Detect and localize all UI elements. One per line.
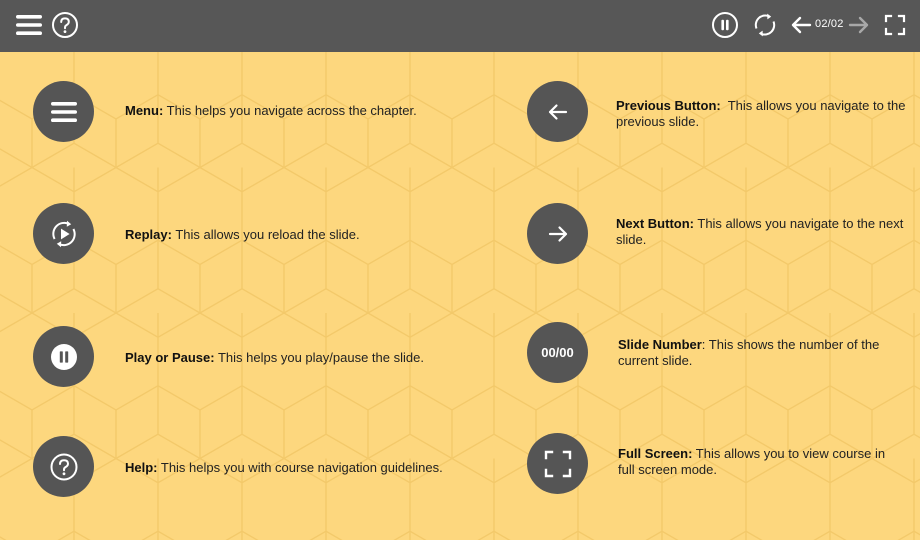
replay-icon — [51, 220, 76, 247]
fullscreen-icon — [544, 450, 571, 477]
replay-text: This allows you reload the slide. — [171, 227, 360, 242]
play-pause-text: This helps you play/pause the slide. — [214, 350, 424, 365]
top-navigation-bar: 02/02 — [0, 0, 920, 52]
slide-number-guide-icon: 00/00 — [527, 322, 588, 383]
play-pause-guide-icon — [33, 326, 94, 387]
help-icon[interactable] — [51, 11, 79, 39]
pause-icon[interactable] — [711, 11, 739, 39]
menu-description: Menu: This helps you navigate across the… — [125, 103, 455, 119]
slide-number-sample: 00/00 — [541, 345, 574, 360]
previous-description: Previous Button: This allows you navigat… — [616, 98, 906, 130]
fullscreen-description: Full Screen: This allows you to view cou… — [618, 446, 903, 478]
previous-title: Previous Button: — [616, 98, 721, 113]
help-guide-icon — [33, 436, 94, 497]
menu-icon — [50, 101, 77, 122]
play-pause-description: Play or Pause: This helps you play/pause… — [125, 350, 465, 366]
menu-text: This helps you navigate across the chapt… — [163, 103, 417, 118]
help-icon — [50, 453, 77, 480]
fullscreen-icon[interactable] — [884, 14, 906, 36]
arrow-left-icon — [548, 103, 567, 120]
next-guide-icon — [527, 203, 588, 264]
arrow-right-icon[interactable] — [848, 14, 870, 36]
menu-title: Menu: — [125, 103, 164, 118]
replay-description: Replay: This allows you reload the slide… — [125, 227, 455, 243]
slide-number-title: Slide Number — [618, 337, 702, 352]
help-text: This helps you with course navigation gu… — [157, 460, 443, 475]
menu-icon[interactable] — [14, 12, 44, 38]
next-title: Next Button: — [616, 216, 694, 231]
play-pause-title: Play or Pause: — [125, 350, 215, 365]
replay-guide-icon — [33, 203, 94, 264]
slide-number-description: Slide Number: This shows the number of t… — [618, 337, 903, 369]
replay-icon[interactable] — [751, 11, 779, 39]
help-description: Help: This helps you with course navigat… — [125, 460, 475, 476]
next-description: Next Button: This allows you navigate to… — [616, 216, 906, 248]
slide-counter: 02/02 — [815, 18, 844, 30]
navigation-guide-panel: Menu: This helps you navigate across the… — [0, 52, 920, 540]
fullscreen-guide-icon — [527, 433, 588, 494]
menu-guide-icon — [33, 81, 94, 142]
arrow-right-icon — [548, 225, 567, 242]
fullscreen-title: Full Screen: — [618, 446, 693, 461]
pause-icon — [50, 343, 77, 370]
arrow-left-icon[interactable] — [790, 14, 812, 36]
help-title: Help: — [125, 460, 158, 475]
replay-title: Replay: — [125, 227, 172, 242]
previous-guide-icon — [527, 81, 588, 142]
